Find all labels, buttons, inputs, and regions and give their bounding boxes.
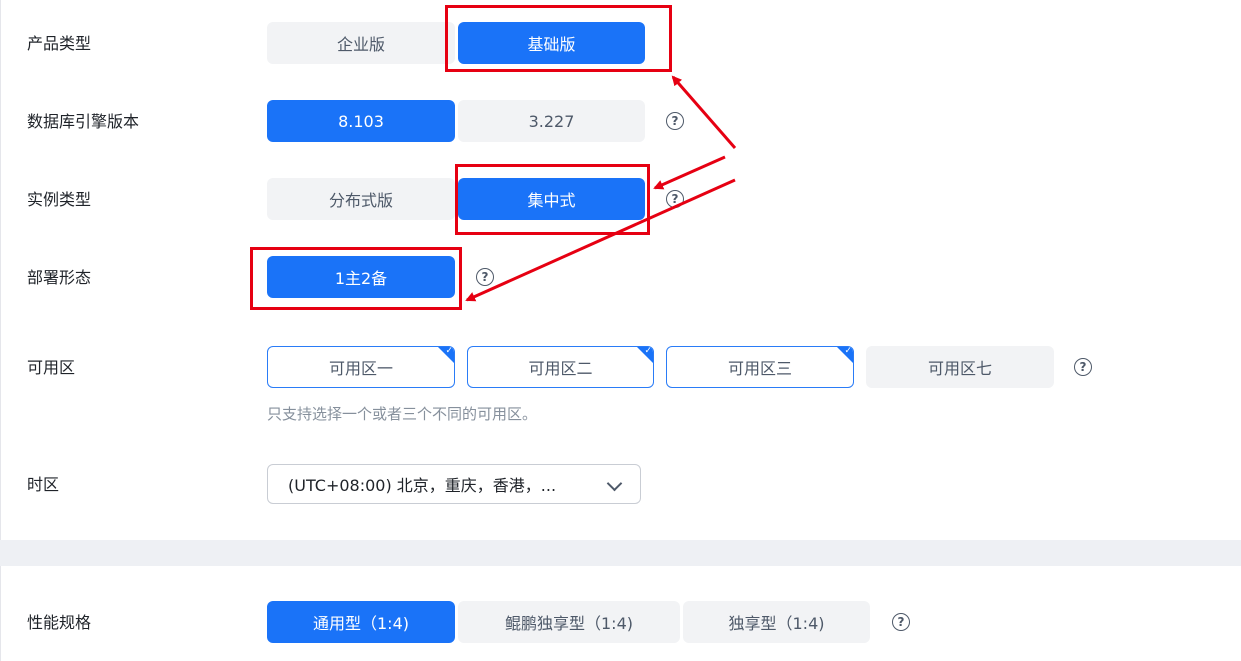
zone-2-button[interactable]: 可用区二 ✓ bbox=[467, 346, 654, 388]
perf-spec-help-icon[interactable]: ? bbox=[892, 613, 910, 631]
db-engine-8103-button[interactable]: 8.103 bbox=[267, 100, 455, 142]
zone-label: 可用区 bbox=[27, 358, 76, 377]
zone-1-label: 可用区一 bbox=[328, 359, 393, 378]
chevron-down-icon bbox=[606, 475, 623, 492]
check-icon: ✓ bbox=[844, 346, 852, 356]
deploy-mode-help-icon[interactable]: ? bbox=[476, 268, 494, 286]
perf-spec-label: 性能规格 bbox=[27, 613, 92, 632]
check-icon: ✓ bbox=[445, 346, 453, 356]
perf-spec-general-button[interactable]: 通用型（1:4) bbox=[267, 601, 455, 643]
timezone-value: (UTC+08:00) 北京，重庆，香港，... bbox=[288, 476, 557, 495]
zone-1-button[interactable]: 可用区一 ✓ bbox=[267, 346, 455, 388]
db-engine-label: 数据库引擎版本 bbox=[27, 112, 140, 131]
instance-type-label: 实例类型 bbox=[27, 190, 92, 209]
zone-3-button[interactable]: 可用区三 ✓ bbox=[666, 346, 854, 388]
check-icon: ✓ bbox=[644, 346, 652, 356]
timezone-select[interactable]: (UTC+08:00) 北京，重庆，香港，... bbox=[267, 464, 641, 504]
performance-panel: 性能规格 通用型（1:4) 鲲鹏独享型（1:4) 独享型（1:4) ? bbox=[0, 566, 1241, 661]
zone-3-label: 可用区三 bbox=[727, 359, 792, 378]
product-type-enterprise-button[interactable]: 企业版 bbox=[267, 22, 455, 64]
zone-hint-text: 只支持选择一个或者三个不同的可用区。 bbox=[267, 405, 538, 423]
config-panel: 产品类型 企业版 基础版 数据库引擎版本 8.103 3.227 ? 实例类型 … bbox=[0, 0, 1241, 540]
product-type-label: 产品类型 bbox=[27, 34, 92, 53]
db-engine-3227-button[interactable]: 3.227 bbox=[458, 100, 645, 142]
timezone-label: 时区 bbox=[27, 475, 60, 494]
db-engine-help-icon[interactable]: ? bbox=[666, 112, 684, 130]
perf-spec-dedicated-button[interactable]: 独享型（1:4) bbox=[683, 601, 870, 643]
deploy-mode-1m2s-button[interactable]: 1主2备 bbox=[267, 256, 455, 298]
perf-spec-kunpeng-button[interactable]: 鲲鹏独享型（1:4) bbox=[458, 601, 680, 643]
deploy-mode-label: 部署形态 bbox=[27, 268, 92, 287]
section-divider bbox=[0, 540, 1241, 566]
zone-2-label: 可用区二 bbox=[528, 359, 593, 378]
instance-type-centralized-button[interactable]: 集中式 bbox=[458, 178, 645, 220]
instance-type-distributed-button[interactable]: 分布式版 bbox=[267, 178, 455, 220]
zone-7-button[interactable]: 可用区七 bbox=[866, 346, 1054, 388]
instance-type-help-icon[interactable]: ? bbox=[666, 190, 684, 208]
zone-help-icon[interactable]: ? bbox=[1074, 358, 1092, 376]
product-type-basic-button[interactable]: 基础版 bbox=[458, 22, 645, 64]
